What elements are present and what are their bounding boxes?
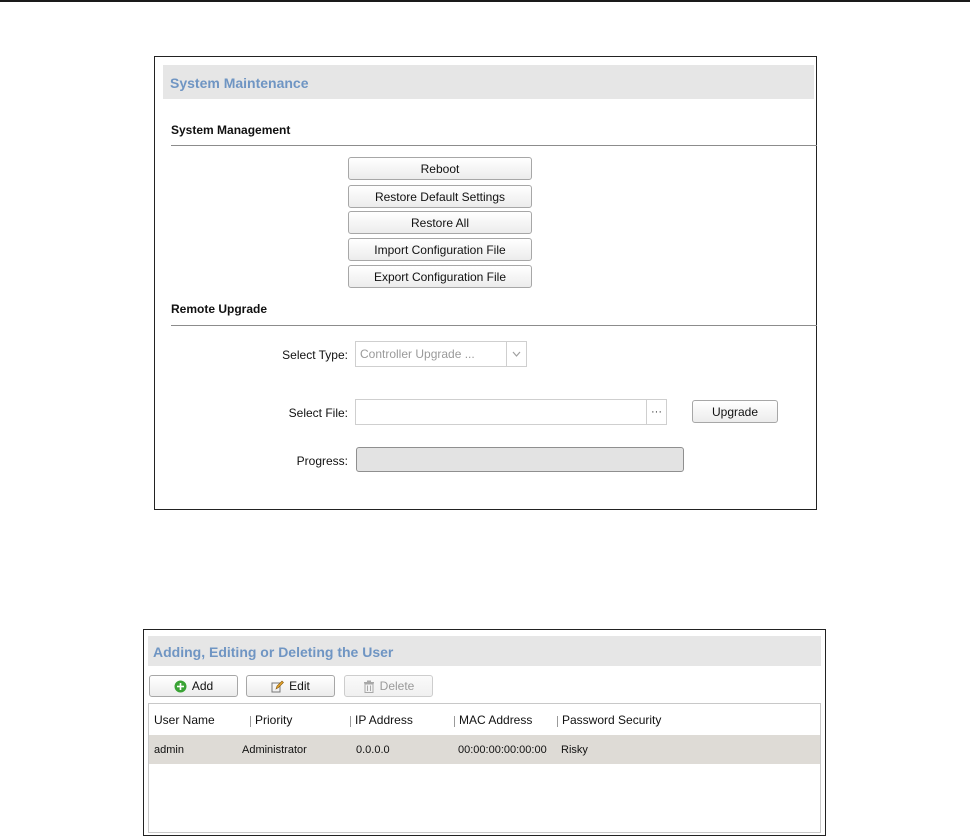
- select-file-label: Select File:: [288, 406, 348, 420]
- section-title-remote-upgrade: Remote Upgrade: [171, 302, 268, 316]
- cell-priority: Administrator: [242, 744, 307, 756]
- pencil-icon: [271, 680, 285, 693]
- column-header-ip-address[interactable]: IP Address: [355, 713, 413, 727]
- column-separator[interactable]: [557, 716, 558, 727]
- section-title-system-management: System Management: [171, 123, 291, 137]
- panel-header: Adding, Editing or Deleting the User: [148, 636, 821, 666]
- cell-ip-address: 0.0.0.0: [356, 744, 390, 756]
- column-header-user-name[interactable]: User Name: [154, 713, 215, 727]
- section-divider: [171, 325, 817, 326]
- progress-label: Progress:: [296, 454, 348, 468]
- ellipsis-icon: ···: [651, 406, 662, 418]
- select-type-value: Controller Upgrade ...: [360, 347, 475, 361]
- column-header-password-security[interactable]: Password Security: [562, 713, 661, 727]
- upgrade-button[interactable]: Upgrade: [692, 400, 778, 423]
- user-table: User Name Priority IP Address MAC Addres…: [148, 703, 821, 833]
- column-header-priority[interactable]: Priority: [255, 713, 292, 727]
- column-header-mac-address[interactable]: MAC Address: [459, 713, 532, 727]
- plus-circle-icon: [174, 680, 187, 693]
- select-type-dropdown[interactable]: Controller Upgrade ...: [355, 341, 527, 367]
- add-label: Add: [191, 679, 214, 693]
- table-header: User Name Priority IP Address MAC Addres…: [149, 704, 820, 734]
- panel-title: Adding, Editing or Deleting the User: [153, 644, 394, 660]
- chevron-down-icon[interactable]: [506, 342, 526, 366]
- cell-password-security: Risky: [561, 744, 588, 756]
- top-rule: [0, 0, 970, 2]
- column-separator[interactable]: [350, 716, 351, 727]
- select-type-label: Select Type:: [282, 348, 348, 362]
- reboot-button[interactable]: Reboot: [348, 157, 532, 180]
- delete-user-button[interactable]: Delete: [344, 675, 433, 697]
- export-configuration-file-button[interactable]: Export Configuration File: [348, 265, 532, 288]
- trash-icon: [363, 680, 375, 693]
- delete-label: Delete: [379, 679, 415, 693]
- restore-all-button[interactable]: Restore All: [348, 211, 532, 234]
- column-separator[interactable]: [454, 716, 455, 727]
- restore-default-settings-button[interactable]: Restore Default Settings: [348, 185, 532, 208]
- panel-header: System Maintenance: [163, 65, 814, 99]
- cell-user-name: admin: [154, 744, 184, 756]
- section-divider: [171, 145, 817, 146]
- system-maintenance-panel: System Maintenance System Management Reb…: [154, 56, 817, 510]
- user-management-panel: Adding, Editing or Deleting the User Add…: [143, 629, 826, 836]
- column-separator[interactable]: [250, 716, 251, 727]
- browse-file-button[interactable]: ···: [647, 399, 667, 425]
- table-row[interactable]: admin Administrator 0.0.0.0 00:00:00:00:…: [149, 735, 820, 764]
- import-configuration-file-button[interactable]: Import Configuration File: [348, 238, 532, 261]
- add-user-button[interactable]: Add: [149, 675, 238, 697]
- select-file-input[interactable]: [355, 399, 647, 425]
- edit-user-button[interactable]: Edit: [246, 675, 335, 697]
- edit-label: Edit: [289, 679, 310, 693]
- panel-title: System Maintenance: [170, 75, 309, 91]
- cell-mac-address: 00:00:00:00:00:00: [458, 744, 547, 756]
- upgrade-progress-bar: [356, 447, 684, 472]
